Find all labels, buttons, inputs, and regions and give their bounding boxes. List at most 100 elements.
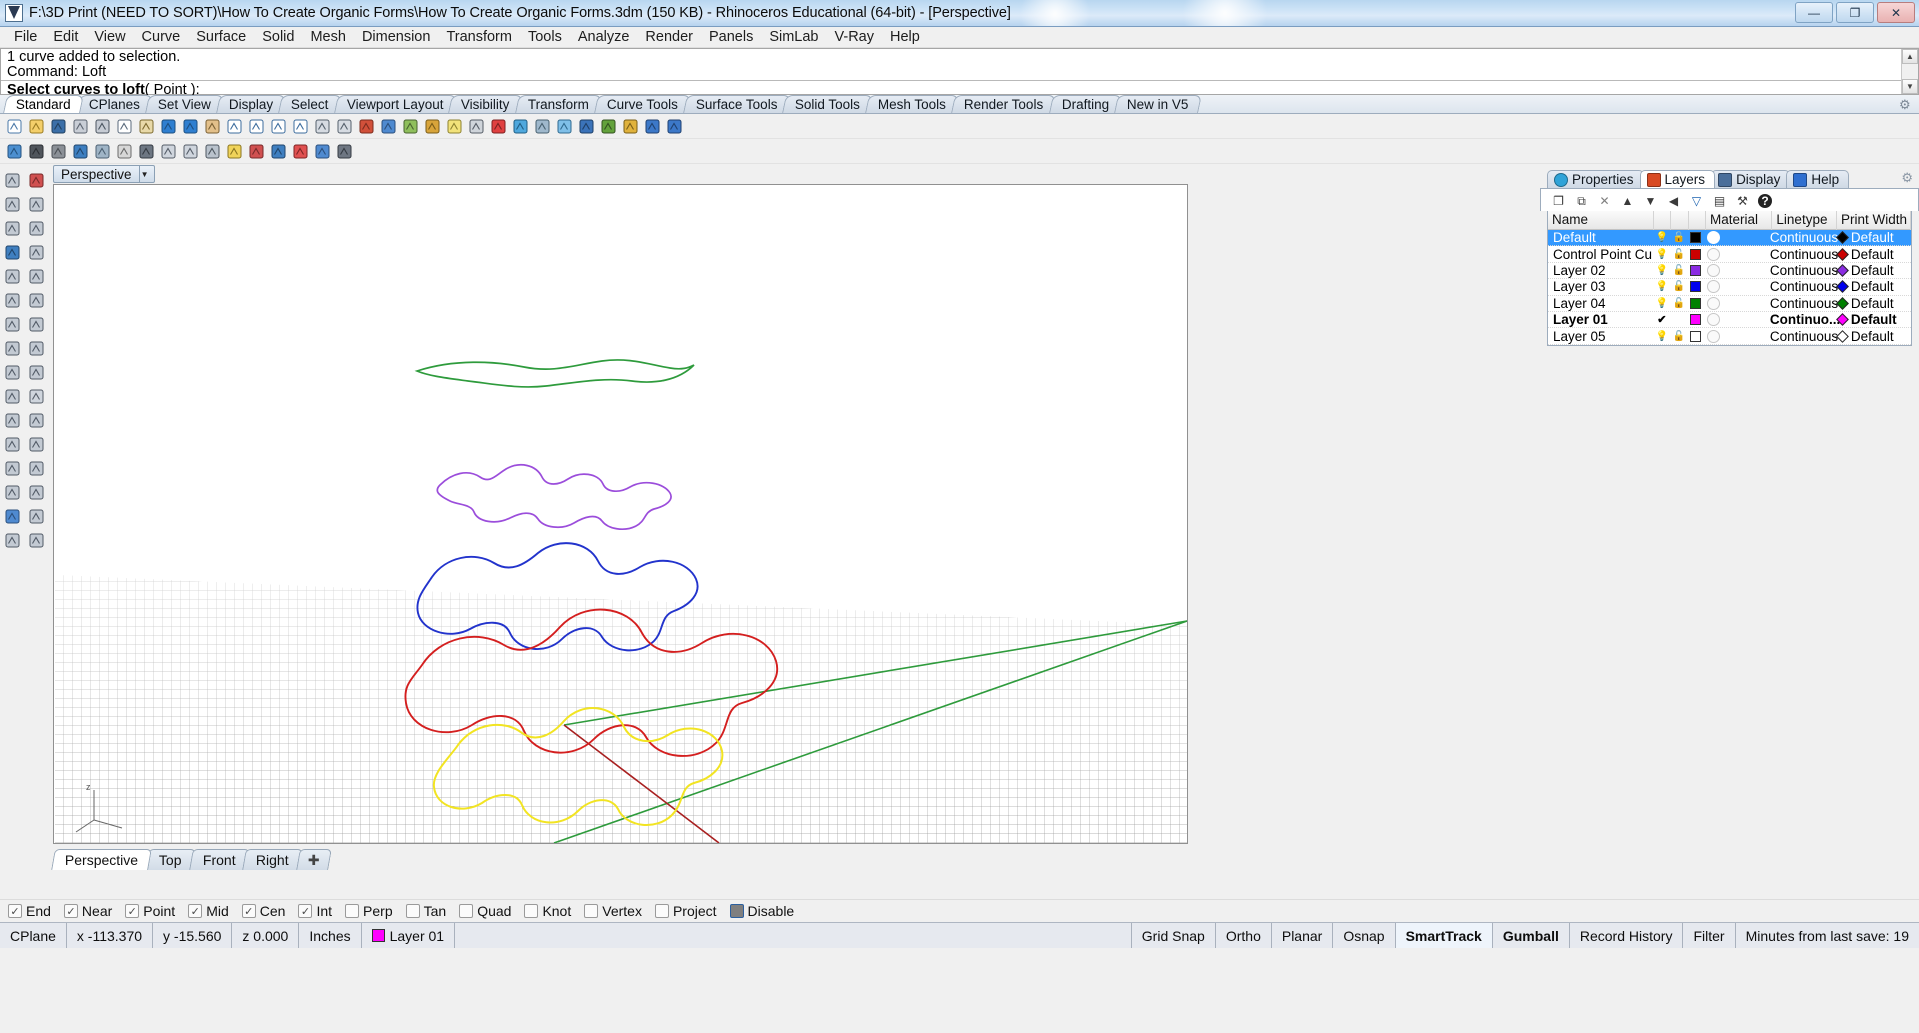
viewport-tab-right[interactable]: Right [242,849,303,870]
render-icon[interactable] [356,116,377,137]
lightbulb-icon[interactable]: 💡 [1653,298,1670,309]
layer-print-width[interactable]: Default [1835,312,1911,327]
analyze-icon[interactable] [312,141,333,162]
menu-item-mesh[interactable]: Mesh [302,28,353,46]
rotate-icon[interactable] [24,456,48,480]
osnap-perp[interactable]: Perp [345,903,393,919]
layer-color-swatch[interactable] [1687,314,1704,326]
menu-item-solid[interactable]: Solid [254,28,302,46]
layer-linetype[interactable]: Continuous [1770,263,1838,278]
shade-icon[interactable] [26,141,47,162]
trim-icon[interactable] [0,384,24,408]
menu-item-transform[interactable]: Transform [438,28,520,46]
surface-icon[interactable] [0,264,24,288]
print-icon[interactable] [70,116,91,137]
circle-icon[interactable] [0,216,24,240]
layer-row[interactable]: Layer 04 💡 🔓 Continuous Default [1548,296,1911,312]
point-icon[interactable] [24,168,48,192]
select-curve-icon[interactable] [290,141,311,162]
column-header-material[interactable]: Material [1706,210,1773,230]
line-icon[interactable] [0,192,24,216]
layer-row[interactable]: Layer 05 💡 🔓 Continuous Default [1548,328,1911,345]
scroll-up-icon[interactable]: ▲ [1902,49,1918,64]
history-icon[interactable] [400,116,421,137]
mirror-icon[interactable] [24,432,48,456]
layer-print-width[interactable]: Default [1835,230,1911,245]
split-icon[interactable] [180,141,201,162]
checkbox-tan[interactable] [405,904,420,918]
paste-icon[interactable] [136,116,157,137]
panel-tab-properties[interactable]: Properties [1547,170,1644,188]
minimize-button[interactable]: — [1795,2,1833,23]
rectangle-icon[interactable] [24,240,48,264]
layer-material-button[interactable] [1704,296,1770,310]
status-cplane[interactable]: CPlane [0,923,67,948]
point-icon[interactable] [246,141,267,162]
toolbar-tab-standard[interactable]: Standard [3,95,84,113]
properties-icon[interactable]: ▤ [1709,192,1730,211]
command-scrollbar[interactable]: ▲ ▼ [1901,49,1918,94]
delete-layer-icon[interactable]: ✕ [1594,192,1615,211]
column-header-linetype[interactable]: Linetype [1772,210,1837,230]
status-filter[interactable]: Filter [1683,923,1736,948]
layer-color-swatch[interactable] [1687,281,1704,293]
status-grid-snap[interactable]: Grid Snap [1132,923,1216,948]
unlock-icon[interactable]: 🔓 [1670,331,1687,342]
unlock-icon[interactable]: 🔓 [1670,249,1687,260]
viewport-name-tab[interactable]: Perspective ▼ [53,165,155,183]
grid-icon[interactable] [334,116,355,137]
layer-material-button[interactable] [1704,329,1770,343]
menu-item-curve[interactable]: Curve [134,28,189,46]
menu-item-edit[interactable]: Edit [45,28,86,46]
layer-name[interactable]: Control Point Cu... [1548,247,1653,262]
layer-color-swatch[interactable] [1687,330,1704,342]
status-smarttrack[interactable]: SmartTrack [1395,923,1493,948]
layer-linetype[interactable]: Continuous [1770,230,1838,245]
toolbar-tab-select[interactable]: Select [278,95,342,113]
status-osnap[interactable]: Osnap [1333,923,1396,948]
box-solid-icon[interactable] [0,288,24,312]
osnap-project[interactable]: Project [654,903,717,919]
restore-button[interactable]: ❐ [1836,2,1874,23]
undo-icon[interactable] [158,116,179,137]
close-button[interactable]: ✕ [1877,2,1915,23]
render-tool-icon[interactable] [0,528,24,552]
options-icon[interactable] [620,116,641,137]
help-icon[interactable] [664,116,685,137]
open-file-icon[interactable] [26,116,47,137]
toolbar-tab-visibility[interactable]: Visibility [448,95,523,113]
viewport-tab-perspective[interactable]: Perspective [51,849,153,870]
layer-color-swatch[interactable] [1687,232,1704,244]
column-header-visibility[interactable] [1654,210,1672,230]
osnap-mid[interactable]: ✓ Mid [188,903,229,919]
copy-icon[interactable] [114,116,135,137]
toolbar-tab-mesh-tools[interactable]: Mesh Tools [865,95,960,113]
material-icon[interactable] [532,116,553,137]
globe-icon[interactable] [4,141,25,162]
current-layer-check-icon[interactable]: ✔ [1653,313,1670,326]
split-icon[interactable] [24,384,48,408]
menu-item-v-ray[interactable]: V-Ray [827,28,883,46]
gear-icon[interactable]: ⚙ [1901,170,1913,186]
xray-icon[interactable] [92,141,113,162]
menu-item-file[interactable]: File [6,28,45,46]
status-record-history[interactable]: Record History [1570,923,1684,948]
osnap-point[interactable]: ✓ Point [125,903,175,919]
layer-print-width[interactable]: Default [1835,279,1911,294]
layer-row[interactable]: Layer 01 ✔ Continuo... Default [1548,312,1911,329]
layer-color-swatch[interactable] [1687,264,1704,276]
status-units[interactable]: Inches [299,923,362,948]
curve-icon[interactable] [0,240,24,264]
boolean-icon[interactable] [24,336,48,360]
gear-icon[interactable]: ⚙ [1899,97,1913,112]
help-icon[interactable]: ? [1758,194,1772,208]
unlock-icon[interactable]: 🔓 [1670,232,1687,243]
menu-item-tools[interactable]: Tools [520,28,570,46]
osnap-vertex[interactable]: Vertex [584,903,642,919]
light-icon[interactable] [444,116,465,137]
status-planar[interactable]: Planar [1272,923,1334,948]
lightbulb-icon[interactable]: 💡 [1653,249,1670,260]
zoom-icon[interactable] [224,116,245,137]
lock-icon[interactable] [466,116,487,137]
layer-linetype[interactable]: Continuous [1770,296,1838,311]
